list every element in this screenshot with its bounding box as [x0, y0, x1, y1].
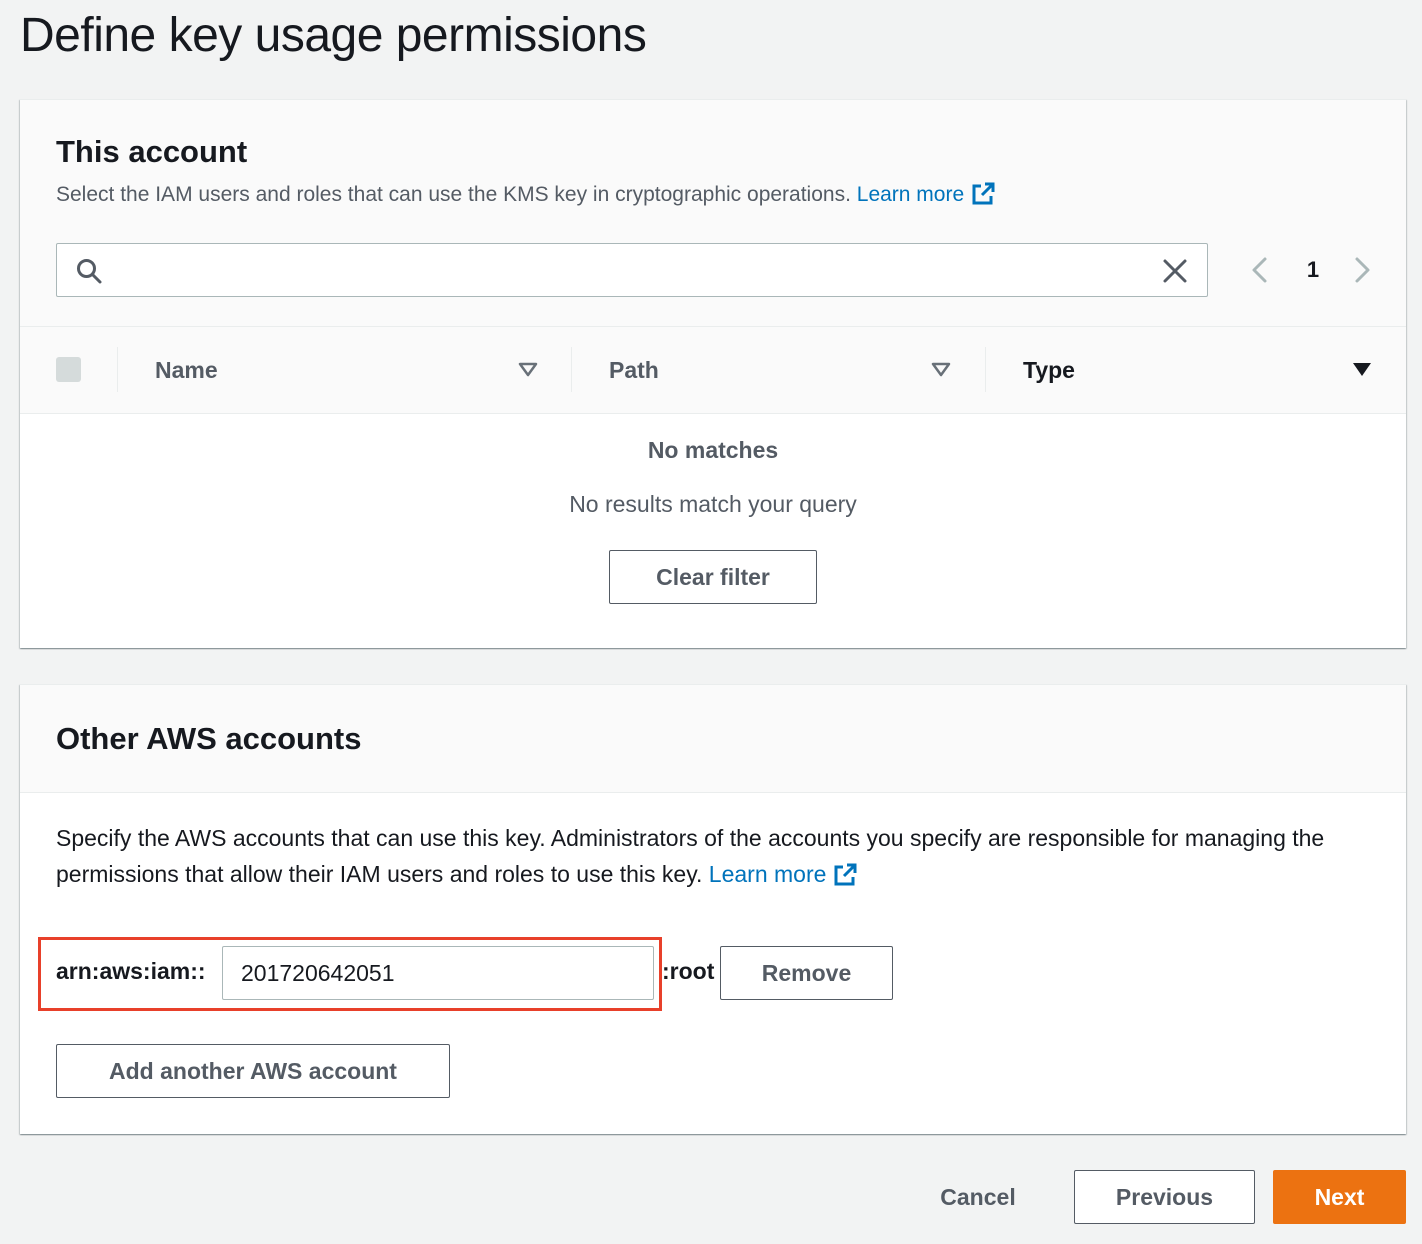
- search-input[interactable]: [117, 250, 1137, 290]
- sort-caret-down-filled-icon[interactable]: [1352, 362, 1372, 378]
- account-id-input[interactable]: [222, 946, 654, 1000]
- this-account-description: Select the IAM users and roles that can …: [56, 181, 996, 207]
- search-icon: [77, 259, 102, 284]
- column-separator: [117, 347, 118, 392]
- previous-button[interactable]: Previous: [1074, 1170, 1255, 1224]
- this-account-description-text: Select the IAM users and roles that can …: [56, 183, 851, 206]
- other-accounts-panel: Other AWS accounts Specify the AWS accou…: [20, 684, 1406, 1134]
- this-account-learn-more-link[interactable]: Learn more: [856, 182, 996, 206]
- column-separator: [571, 347, 572, 392]
- this-account-heading: This account: [56, 134, 248, 169]
- other-accounts-header: Other AWS accounts: [20, 685, 1406, 793]
- this-account-header: This account Select the IAM users and ro…: [20, 100, 1406, 327]
- other-accounts-learn-more-link[interactable]: Learn more: [709, 861, 859, 887]
- table-header: Name Path Type: [20, 327, 1406, 414]
- cancel-button[interactable]: Cancel: [918, 1170, 1038, 1224]
- column-header-name[interactable]: Name: [155, 357, 218, 384]
- chevron-right-icon[interactable]: [1348, 255, 1376, 285]
- external-link-icon: [972, 182, 995, 205]
- close-icon[interactable]: [1161, 257, 1189, 285]
- column-separator: [985, 347, 986, 392]
- pagination-current-page[interactable]: 1: [1298, 257, 1328, 283]
- this-account-panel: This account Select the IAM users and ro…: [20, 99, 1406, 648]
- search-field[interactable]: [56, 243, 1208, 297]
- pagination: 1: [1240, 255, 1380, 285]
- select-all-checkbox[interactable]: [56, 357, 81, 382]
- sort-caret-down-icon[interactable]: [518, 362, 538, 378]
- clear-filter-button[interactable]: Clear filter: [609, 550, 817, 604]
- arn-suffix: :root: [662, 958, 715, 984]
- remove-account-button[interactable]: Remove: [720, 946, 893, 1000]
- other-accounts-description: Specify the AWS accounts that can use th…: [56, 820, 1376, 892]
- page-title: Define key usage permissions: [20, 9, 647, 62]
- chevron-left-icon[interactable]: [1246, 255, 1274, 285]
- learn-more-label: Learn more: [856, 183, 965, 206]
- external-link-icon: [834, 863, 857, 886]
- next-button[interactable]: Next: [1273, 1170, 1406, 1224]
- add-account-button[interactable]: Add another AWS account: [56, 1044, 450, 1098]
- other-accounts-heading: Other AWS accounts: [56, 721, 362, 756]
- column-header-type[interactable]: Type: [1023, 357, 1075, 384]
- column-header-path[interactable]: Path: [609, 357, 659, 384]
- learn-more-label: Learn more: [708, 861, 827, 887]
- empty-state-message: No results match your query: [569, 491, 857, 517]
- other-accounts-description-text: Specify the AWS accounts that can use th…: [56, 825, 1325, 887]
- sort-caret-down-icon[interactable]: [931, 362, 951, 378]
- empty-state-title: No matches: [647, 437, 779, 463]
- arn-prefix: arn:aws:iam::: [56, 958, 206, 984]
